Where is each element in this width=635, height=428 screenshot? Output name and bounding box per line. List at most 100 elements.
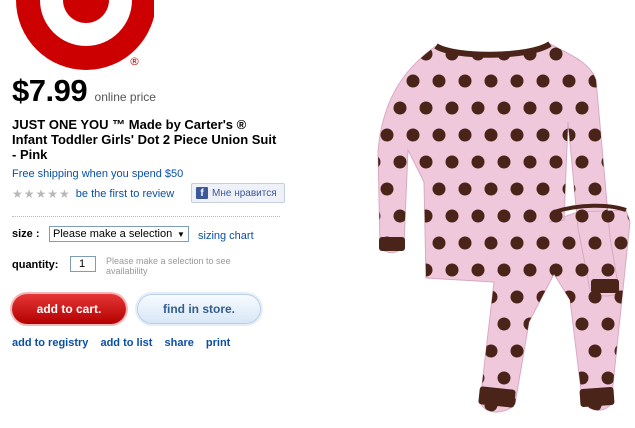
price: $7.99 — [12, 73, 88, 108]
polka-dot — [378, 101, 381, 115]
polka-dot — [380, 344, 394, 358]
polka-dot — [601, 263, 615, 277]
polka-dot — [406, 182, 420, 196]
polka-dot — [380, 290, 394, 304]
polka-dot — [458, 236, 472, 250]
polka-dot — [484, 182, 498, 196]
polka-dot — [406, 398, 420, 412]
polka-dot — [614, 182, 628, 196]
polka-dot — [445, 263, 459, 277]
facebook-icon: f — [196, 187, 208, 199]
polka-dot — [458, 74, 472, 88]
polka-dot — [497, 101, 511, 115]
polka-dot — [458, 182, 472, 196]
free-shipping-link[interactable]: Free shipping when you spend $50 — [12, 168, 183, 180]
product-image[interactable] — [364, 32, 634, 422]
polka-dot — [484, 74, 498, 88]
polka-dot — [510, 344, 524, 358]
quantity-input[interactable]: 1 — [70, 256, 96, 272]
polka-dot — [497, 263, 511, 277]
add-to-list-link[interactable]: add to list — [100, 337, 152, 349]
polka-dot — [510, 74, 524, 88]
polka-dot — [523, 263, 537, 277]
polka-dot — [562, 290, 576, 304]
polka-dot — [523, 209, 537, 223]
print-link[interactable]: print — [206, 337, 230, 349]
polka-dot — [378, 47, 381, 61]
polka-dot — [549, 263, 563, 277]
polka-dot — [458, 398, 472, 412]
polka-dot — [549, 47, 563, 61]
polka-dot — [393, 155, 407, 169]
polka-dot — [575, 209, 589, 223]
polka-dot — [627, 101, 630, 115]
add-to-cart-button[interactable]: add to cart. — [12, 294, 126, 324]
add-to-registry-link[interactable]: add to registry — [12, 337, 88, 349]
polka-dot — [510, 182, 524, 196]
polka-dot — [471, 155, 485, 169]
polka-dot — [378, 155, 381, 169]
size-select-value: Please make a selection — [53, 228, 173, 240]
polka-dot — [614, 128, 628, 142]
size-label: size : — [12, 228, 40, 240]
pink-polka-dot-union-suit — [377, 41, 631, 413]
polka-dot — [419, 263, 433, 277]
polka-dot — [627, 371, 630, 385]
polka-dot — [432, 74, 446, 88]
polka-dot — [549, 371, 563, 385]
polka-dot — [419, 209, 433, 223]
polka-dot — [575, 371, 589, 385]
share-link[interactable]: share — [164, 337, 193, 349]
action-links: add to registry add to list share print — [12, 337, 239, 349]
polka-dot — [445, 209, 459, 223]
polka-dot — [523, 101, 537, 115]
polka-dot — [393, 371, 407, 385]
polka-dot — [393, 317, 407, 331]
polka-dot — [380, 398, 394, 412]
product-title: JUST ONE YOU ™ Made by Carter's ® Infant… — [12, 117, 277, 162]
polka-dot — [562, 344, 576, 358]
polka-dot — [523, 371, 537, 385]
polka-dot — [575, 155, 589, 169]
registered-mark: ® — [129, 55, 140, 68]
polka-dot — [536, 182, 550, 196]
polka-dot — [601, 209, 615, 223]
polka-dot — [549, 155, 563, 169]
review-link[interactable]: be the first to review — [76, 188, 174, 200]
polka-dot — [536, 398, 550, 412]
polka-dot — [380, 74, 394, 88]
polka-dot — [523, 317, 537, 331]
polka-dot — [497, 209, 511, 223]
polka-dot — [406, 290, 420, 304]
polka-dot — [510, 290, 524, 304]
polka-dot — [497, 155, 511, 169]
polka-dot — [562, 236, 576, 250]
polka-dot — [393, 263, 407, 277]
find-in-store-button[interactable]: find in store. — [137, 294, 261, 324]
polka-dot — [601, 371, 615, 385]
polka-dot — [510, 236, 524, 250]
polka-dot — [432, 290, 446, 304]
polka-dot — [471, 101, 485, 115]
facebook-like-button[interactable]: f Мне нравится — [191, 183, 285, 203]
polka-dot — [419, 101, 433, 115]
polka-dot — [549, 101, 563, 115]
polka-dot — [549, 317, 563, 331]
availability-note: Please make a selection to see availabil… — [106, 256, 231, 276]
polka-dot — [378, 317, 381, 331]
polka-dot — [432, 182, 446, 196]
like-label: Мне нравится — [212, 187, 277, 199]
polka-dot — [627, 155, 630, 169]
sizing-chart-link[interactable]: sizing chart — [198, 230, 254, 242]
polka-dot — [575, 263, 589, 277]
polka-dot — [484, 290, 498, 304]
polka-dot — [432, 398, 446, 412]
polka-dot — [601, 101, 615, 115]
polka-dot — [432, 128, 446, 142]
polka-dot — [562, 398, 576, 412]
size-select[interactable]: Please make a selection ▼ — [49, 226, 189, 242]
polka-dot — [393, 209, 407, 223]
polka-dot — [393, 101, 407, 115]
polka-dot — [471, 263, 485, 277]
polka-dot — [536, 128, 550, 142]
